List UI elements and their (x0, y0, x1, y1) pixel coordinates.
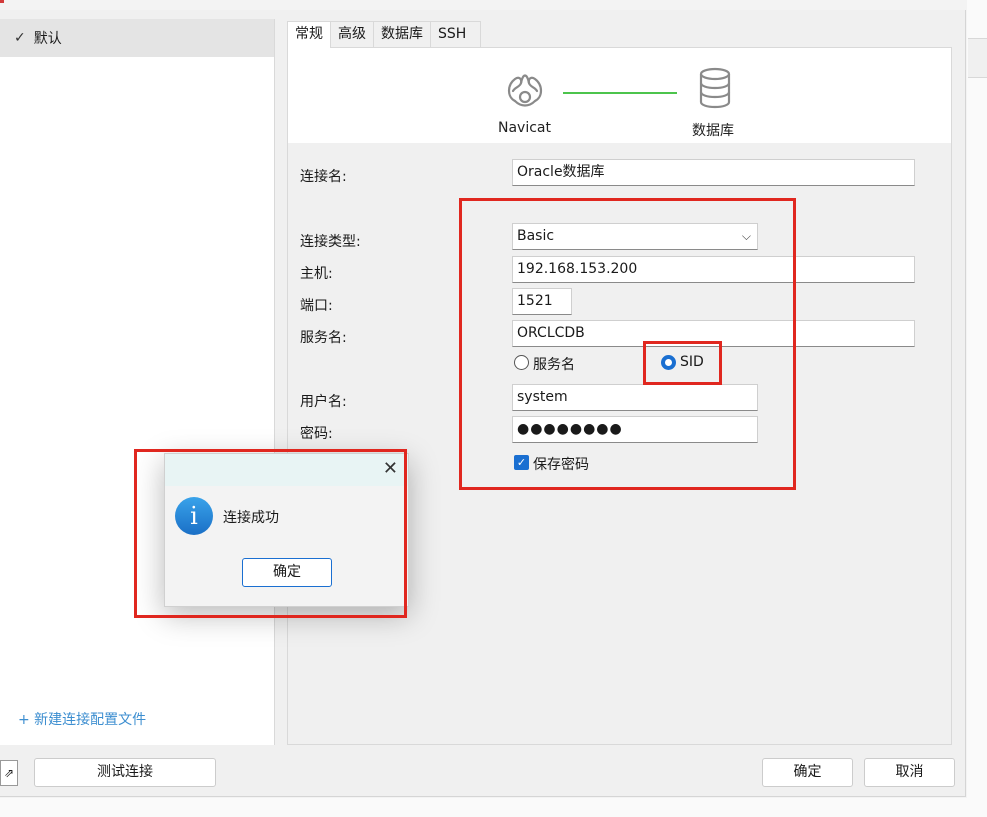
background-area (967, 0, 987, 817)
new-profile-link[interactable]: + 新建连接配置文件 (18, 709, 146, 729)
tab-advanced[interactable]: 高级 (330, 21, 374, 47)
connection-type-label: 连接类型: (300, 234, 361, 250)
title-bar-strip (0, 0, 966, 10)
connection-name-input[interactable]: Oracle数据库 (512, 159, 915, 186)
background-toolbar-edge (968, 38, 987, 78)
password-label: 密码: (300, 426, 333, 442)
checkmark-icon: ✓ (14, 30, 26, 46)
database-label: 数据库 (692, 123, 734, 139)
tab-general[interactable]: 常规 (287, 21, 331, 48)
port-label: 端口: (300, 298, 333, 314)
tab-ssh[interactable]: SSH (430, 21, 482, 47)
window-close-edge (0, 0, 4, 3)
connection-name-label: 连接名: (300, 169, 347, 185)
navicat-label: Navicat (498, 120, 551, 136)
ok-button[interactable]: 确定 (762, 758, 853, 787)
username-label: 用户名: (300, 394, 347, 410)
profile-item-default[interactable]: ✓ 默认 (0, 19, 274, 57)
database-icon (699, 67, 731, 109)
profile-item-label: 默认 (33, 31, 62, 47)
navicat-icon (507, 74, 543, 107)
test-connection-button[interactable]: 测试连接 (34, 758, 216, 787)
tab-database[interactable]: 数据库 (373, 21, 431, 47)
service-name-label: 服务名: (300, 330, 347, 346)
tab-bar: 常规 高级 数据库 SSH (287, 21, 482, 48)
highlight-box-sid (643, 341, 722, 385)
cancel-button[interactable]: 取消 (864, 758, 955, 787)
export-icon[interactable]: ⇗ (0, 760, 18, 786)
connection-banner: Navicat 数据库 (288, 48, 951, 143)
host-label: 主机: (300, 266, 333, 282)
highlight-box-dialog (134, 449, 407, 618)
highlight-box-connection-fields (459, 198, 796, 490)
background-area-bottom (0, 798, 987, 817)
connection-line (563, 92, 677, 94)
profile-panel: ✓ 默认 + 新建连接配置文件 (0, 19, 275, 745)
